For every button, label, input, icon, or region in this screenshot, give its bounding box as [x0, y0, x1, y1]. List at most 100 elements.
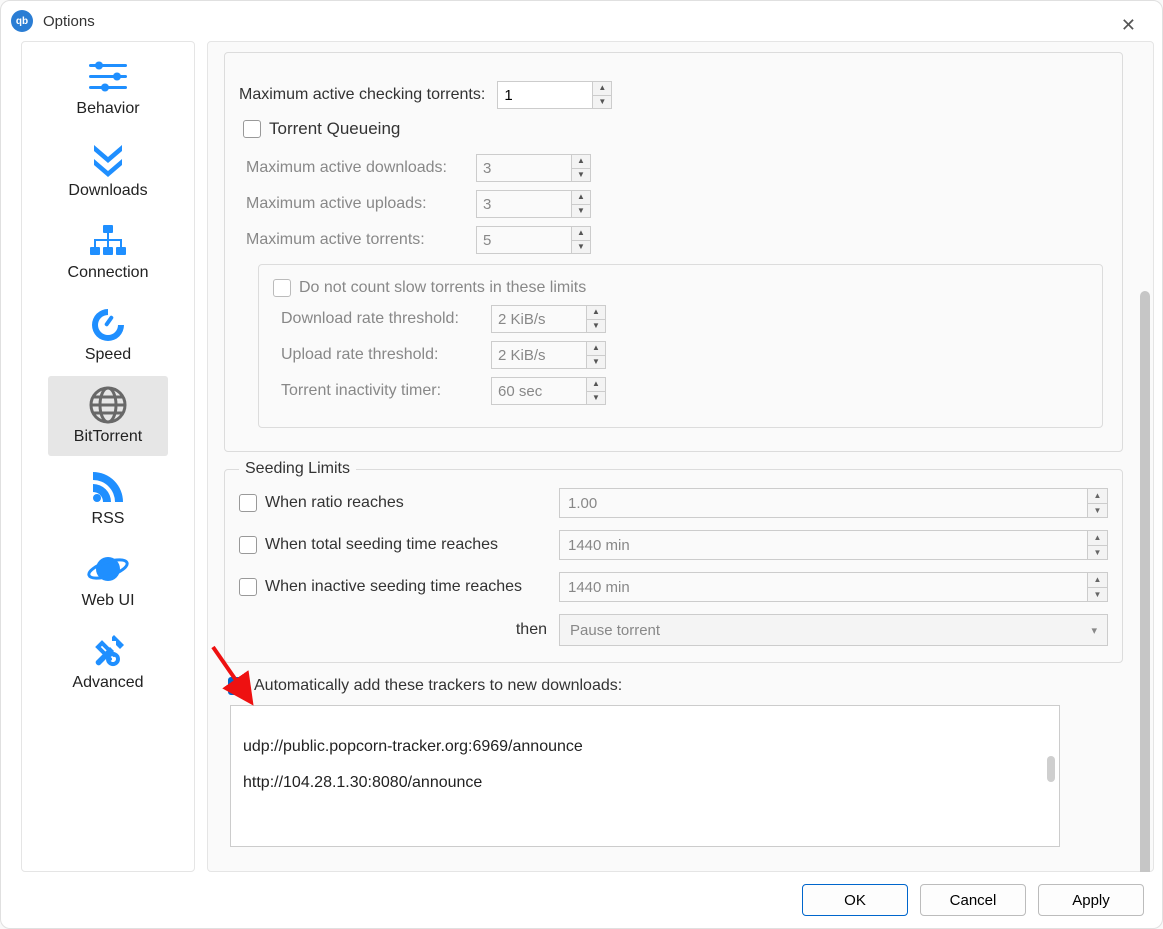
- sidebar-item-downloads[interactable]: Downloads: [26, 130, 190, 210]
- chevron-down-icon: ▾: [1091, 624, 1097, 637]
- torrent-queueing-checkbox[interactable]: [243, 120, 261, 138]
- spin-down-icon: ▼: [572, 205, 590, 218]
- ratio-label: When ratio reaches: [265, 494, 404, 512]
- spin-down-icon: ▼: [587, 356, 605, 369]
- inactivity-timer-label: Torrent inactivity timer:: [281, 382, 491, 400]
- inactive-seeding-checkbox[interactable]: [239, 578, 257, 596]
- apply-button[interactable]: Apply: [1038, 884, 1144, 916]
- sidebar-item-label: BitTorrent: [74, 428, 142, 446]
- sidebar-item-label: Connection: [68, 264, 149, 282]
- sliders-icon: [85, 56, 131, 98]
- slow-torrents-label: Do not count slow torrents in these limi…: [299, 279, 586, 297]
- spin-up-icon: ▲: [587, 378, 605, 392]
- seeding-limits-group: Seeding Limits When ratio reaches ▲▼ Whe…: [224, 460, 1123, 663]
- spin-down-icon: ▼: [587, 392, 605, 405]
- spin-down-icon: ▼: [572, 169, 590, 182]
- total-seeding-label: When total seeding time reaches: [265, 536, 498, 554]
- inactivity-timer-spinbox: ▲▼: [491, 377, 1088, 405]
- network-icon: [86, 220, 130, 262]
- max-active-checking-spinbox[interactable]: ▲▼: [497, 81, 612, 109]
- ul-threshold-input: [491, 341, 586, 369]
- tracker-text: udp://public.popcorn-tracker.org:6969/an…: [243, 738, 583, 791]
- auto-trackers-label: Automatically add these trackers to new …: [254, 677, 622, 695]
- dl-threshold-spinbox: ▲▼: [491, 305, 1088, 333]
- sidebar-item-rss[interactable]: RSS: [26, 458, 190, 538]
- content-panel: Maximum active checking torrents: ▲▼ Tor…: [207, 41, 1154, 872]
- spin-up-icon[interactable]: ▲: [593, 82, 611, 96]
- total-seeding-spinbox: ▲▼: [559, 530, 1108, 560]
- sidebar-item-bittorrent[interactable]: BitTorrent: [48, 376, 168, 456]
- then-action-dropdown: Pause torrent ▾: [559, 614, 1108, 646]
- max-active-torrents-input: [476, 226, 571, 254]
- dl-threshold-label: Download rate threshold:: [281, 310, 491, 328]
- tools-icon: [88, 630, 128, 672]
- sidebar-item-label: RSS: [92, 510, 125, 528]
- ratio-input: [559, 488, 1088, 518]
- auto-trackers-checkbox[interactable]: [228, 677, 246, 695]
- inactive-seeding-input: [559, 572, 1088, 602]
- sidebar-item-advanced[interactable]: Advanced: [26, 622, 190, 702]
- max-active-checking-label: Maximum active checking torrents:: [239, 86, 485, 104]
- auto-trackers-textarea[interactable]: udp://public.popcorn-tracker.org:6969/an…: [230, 705, 1060, 847]
- spin-down-icon[interactable]: ▼: [593, 96, 611, 109]
- top-settings-box: Maximum active checking torrents: ▲▼ Tor…: [224, 52, 1123, 452]
- spin-up-icon: ▲: [1088, 573, 1107, 588]
- gauge-icon: [88, 302, 128, 344]
- window-title: Options: [43, 13, 95, 30]
- sidebar-item-behavior[interactable]: Behavior: [26, 48, 190, 128]
- download-chevrons-icon: [88, 138, 128, 180]
- then-label: then: [239, 621, 559, 639]
- dl-threshold-input: [491, 305, 586, 333]
- app-icon: qb: [11, 10, 33, 32]
- dialog-footer: OK Cancel Apply: [1, 872, 1162, 928]
- max-active-downloads-label: Maximum active downloads:: [246, 159, 476, 177]
- planet-icon: [87, 548, 129, 590]
- then-action-value: Pause torrent: [570, 622, 660, 639]
- textarea-scrollbar[interactable]: [1047, 756, 1055, 782]
- max-active-torrents-label: Maximum active torrents:: [246, 231, 476, 249]
- max-active-uploads-label: Maximum active uploads:: [246, 195, 476, 213]
- max-active-checking-input[interactable]: [497, 81, 592, 109]
- cancel-button[interactable]: Cancel: [920, 884, 1026, 916]
- sidebar-item-label: Advanced: [72, 674, 143, 692]
- spin-up-icon: ▲: [1088, 531, 1107, 546]
- inactive-seeding-label: When inactive seeding time reaches: [265, 578, 522, 596]
- ratio-checkbox[interactable]: [239, 494, 257, 512]
- spin-up-icon: ▲: [587, 342, 605, 356]
- close-icon[interactable]: ✕: [1111, 11, 1146, 40]
- ok-button[interactable]: OK: [802, 884, 908, 916]
- spin-down-icon: ▼: [572, 241, 590, 254]
- sidebar-item-label: Downloads: [68, 182, 147, 200]
- max-active-torrents-spinbox: ▲▼: [476, 226, 1107, 254]
- sidebar: Behavior Downloads Connection Speed: [21, 41, 195, 872]
- total-seeding-input: [559, 530, 1088, 560]
- spin-down-icon: ▼: [1088, 504, 1107, 518]
- sidebar-item-speed[interactable]: Speed: [26, 294, 190, 374]
- spin-up-icon: ▲: [1088, 489, 1107, 504]
- ul-threshold-spinbox: ▲▼: [491, 341, 1088, 369]
- options-window: qb Options ✕ Behavior Downloads: [0, 0, 1163, 929]
- total-seeding-checkbox[interactable]: [239, 536, 257, 554]
- sidebar-item-connection[interactable]: Connection: [26, 212, 190, 292]
- max-active-downloads-input: [476, 154, 571, 182]
- rss-icon: [89, 466, 127, 508]
- ul-threshold-label: Upload rate threshold:: [281, 346, 491, 364]
- spin-down-icon: ▼: [587, 320, 605, 333]
- inactivity-timer-input: [491, 377, 586, 405]
- torrent-queueing-label: Torrent Queueing: [269, 119, 400, 139]
- globe-icon: [88, 384, 128, 426]
- spin-down-icon: ▼: [1088, 588, 1107, 602]
- sidebar-item-label: Behavior: [76, 100, 139, 118]
- max-active-uploads-input: [476, 190, 571, 218]
- slow-torrents-checkbox: [273, 279, 291, 297]
- content-scrollbar[interactable]: [1140, 291, 1150, 872]
- sidebar-item-webui[interactable]: Web UI: [26, 540, 190, 620]
- titlebar: qb Options ✕: [1, 1, 1162, 41]
- inactive-seeding-spinbox: ▲▼: [559, 572, 1108, 602]
- spin-up-icon: ▲: [587, 306, 605, 320]
- seeding-limits-legend: Seeding Limits: [239, 460, 356, 478]
- max-active-uploads-spinbox: ▲▼: [476, 190, 1107, 218]
- spin-up-icon: ▲: [572, 227, 590, 241]
- auto-trackers-section: Automatically add these trackers to new …: [224, 677, 1123, 847]
- slow-torrents-group: Do not count slow torrents in these limi…: [258, 264, 1103, 428]
